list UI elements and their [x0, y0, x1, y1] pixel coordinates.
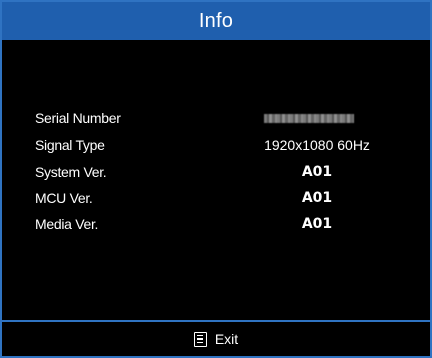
title-bar: Info [2, 2, 430, 40]
media-version-label: Media Ver. [35, 216, 99, 232]
signal-type-label: Signal Type [35, 137, 105, 153]
serial-number-value-redacted [264, 114, 354, 123]
media-version-value: A01 [301, 216, 333, 232]
info-row-system-version: System Ver. A01 [2, 160, 430, 184]
exit-button[interactable]: Exit [2, 320, 430, 356]
info-row-mcu-version: MCU Ver. A01 [2, 186, 430, 210]
signal-type-value: 1920x1080 60Hz [264, 137, 370, 153]
mcu-version-label: MCU Ver. [35, 190, 93, 206]
dialog-title: Info [198, 9, 234, 32]
info-row-serial-number: Serial Number [2, 106, 430, 130]
system-version-label: System Ver. [35, 164, 107, 180]
info-dialog: Info Serial Number Signal Type 1920x1080… [0, 0, 432, 358]
exit-label: Exit [214, 331, 239, 347]
mcu-version-value: A01 [301, 190, 333, 206]
info-panel: Serial Number Signal Type 1920x1080 60Hz… [2, 40, 430, 320]
info-row-signal-type: Signal Type 1920x1080 60Hz [2, 133, 430, 157]
system-version-value: A01 [301, 164, 333, 180]
menu-icon [193, 331, 207, 347]
info-row-media-version: Media Ver. A01 [2, 212, 430, 236]
serial-number-label: Serial Number [35, 110, 121, 126]
